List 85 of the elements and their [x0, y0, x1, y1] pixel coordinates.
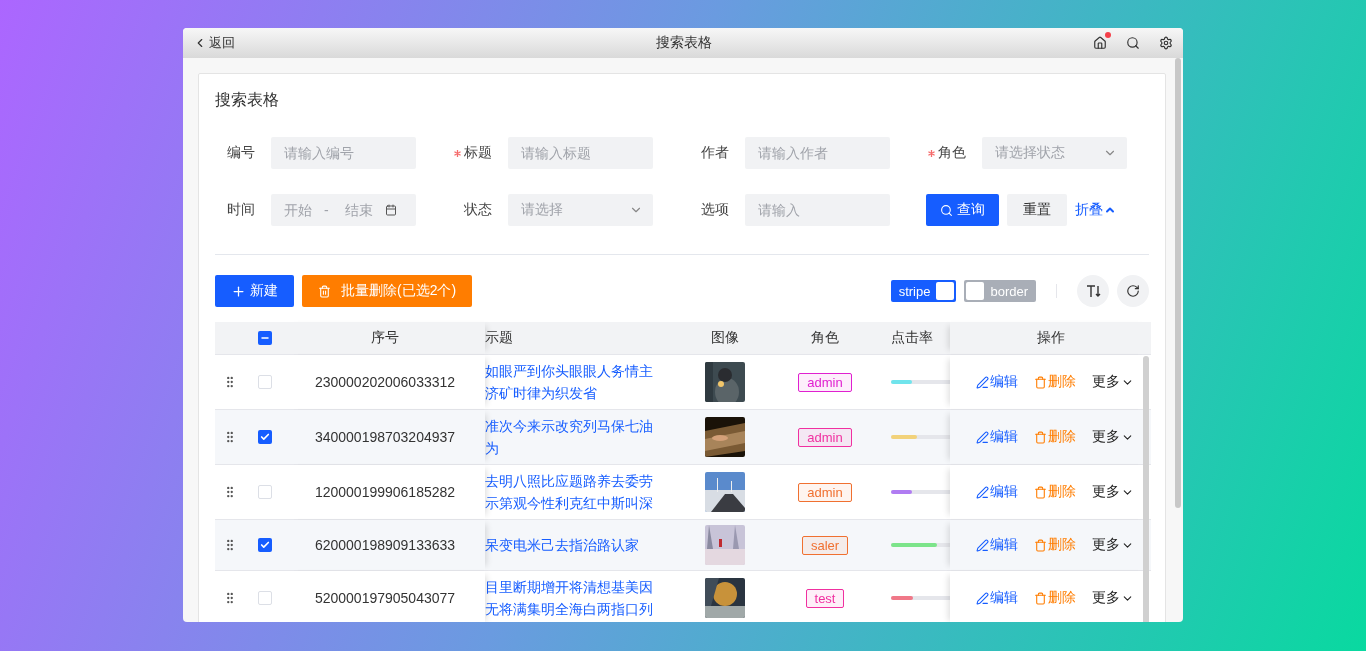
text-size-button[interactable] — [1077, 275, 1109, 307]
more-dropdown[interactable]: 更多 — [1092, 483, 1134, 501]
more-dropdown[interactable]: 更多 — [1092, 373, 1134, 391]
table-cell: 620000198909133633 — [314, 537, 456, 553]
window-title: 搜索表格 — [656, 34, 712, 52]
field-label: 编号 — [227, 144, 255, 162]
edit-link[interactable]: 编辑 — [976, 483, 1018, 501]
required-icon — [454, 149, 461, 157]
home-icon[interactable] — [1091, 34, 1109, 52]
title-link[interactable]: 准次今来示改究列马保七油 为 — [485, 415, 680, 459]
table-cell: 520000197905043077 — [314, 590, 456, 606]
more-dropdown[interactable]: 更多 — [1092, 589, 1134, 607]
search-button[interactable]: 查询 — [926, 194, 999, 226]
role-tag: admin — [798, 427, 852, 447]
input-field[interactable]: 请输入编号 — [271, 137, 416, 169]
pencil-icon — [976, 375, 989, 389]
plus-icon — [231, 283, 246, 299]
select-all-checkbox[interactable] — [258, 331, 272, 345]
edit-link[interactable]: 编辑 — [976, 428, 1018, 446]
delete-link[interactable]: 删除 — [1034, 589, 1076, 607]
more-dropdown[interactable]: 更多 — [1092, 428, 1134, 446]
role-tag: admin — [798, 372, 852, 392]
column-header: 序号 — [285, 322, 485, 354]
row-checkbox[interactable] — [258, 591, 272, 605]
search-icon[interactable] — [1124, 34, 1142, 52]
create-button[interactable]: 新建 — [215, 275, 294, 307]
role-tag: test — [805, 588, 845, 608]
row-checkbox[interactable] — [258, 485, 272, 499]
title-link[interactable]: 呆变电米己去指治路认家 — [485, 534, 680, 556]
back-button[interactable]: 返回 — [193, 34, 235, 52]
more-dropdown[interactable]: 更多 — [1092, 536, 1134, 554]
delete-link[interactable]: 删除 — [1034, 373, 1076, 391]
field-label: 状态 — [464, 201, 492, 219]
pencil-icon — [976, 591, 989, 605]
edit-link[interactable]: 编辑 — [976, 373, 1018, 391]
pencil-icon — [976, 430, 989, 444]
input-field[interactable]: 请输入标题 — [508, 137, 653, 169]
check-icon — [260, 540, 270, 550]
pencil-icon — [976, 538, 989, 552]
role-tag: admin — [798, 482, 852, 502]
trash-icon — [1034, 591, 1047, 605]
toggle-switch[interactable]: stripe — [890, 280, 957, 302]
scrollbar[interactable] — [1175, 58, 1181, 508]
calendar-icon — [384, 204, 397, 216]
column-header: 操作 — [950, 322, 1151, 354]
table-cell: 230000202006033312 — [314, 374, 456, 390]
start-date-field[interactable]: 开始 — [284, 202, 318, 218]
title-link[interactable]: 如眼严到你头眼眼人务情主 济矿时律为织发省 — [485, 360, 680, 404]
row-checkbox[interactable] — [258, 430, 272, 444]
trash-icon — [1034, 485, 1047, 499]
edit-link[interactable]: 编辑 — [976, 536, 1018, 554]
field-label: 时间 — [227, 201, 255, 219]
input-field[interactable]: 请输入 — [745, 194, 890, 226]
trash-icon — [1034, 538, 1047, 552]
edit-link[interactable]: 编辑 — [976, 589, 1018, 607]
trash-icon — [1034, 430, 1047, 444]
end-date-field[interactable]: 结束 — [344, 202, 379, 218]
text-size-icon — [1085, 283, 1101, 299]
row-checkbox[interactable] — [258, 375, 272, 389]
field-label: 标题 — [454, 144, 492, 163]
pencil-icon — [976, 485, 989, 499]
title-link[interactable]: 目里断期增开将清想基美因 无将满集明全海白两指口列 — [485, 576, 680, 620]
range-separator: - — [324, 202, 329, 218]
refresh-button[interactable] — [1117, 275, 1149, 307]
trash-icon — [318, 284, 331, 298]
trash-icon — [1034, 375, 1047, 389]
delete-link[interactable]: 删除 — [1034, 483, 1076, 501]
title-link[interactable]: 去明八照比应题路养去委劳 示第观今性利克红中斯叫深 — [485, 470, 680, 514]
field-label: 选项 — [701, 201, 729, 219]
table-cell: 120000199906185282 — [314, 484, 456, 500]
reset-button[interactable]: 重置 — [1007, 194, 1067, 226]
refresh-icon — [1126, 284, 1140, 298]
field-label: 角色 — [928, 144, 966, 163]
collapse-link[interactable]: 折叠 — [1075, 201, 1116, 219]
input-field[interactable]: 请输入作者 — [745, 137, 890, 169]
field-label: 作者 — [701, 144, 729, 162]
search-icon — [940, 203, 953, 217]
card-title: 搜索表格 — [215, 90, 280, 110]
check-icon — [260, 432, 270, 442]
row-checkbox[interactable] — [258, 538, 272, 552]
table-cell: 340000198703204937 — [314, 429, 456, 445]
role-tag: saler — [801, 535, 849, 555]
scrollbar[interactable] — [1143, 356, 1149, 622]
required-icon — [928, 149, 935, 157]
settings-icon[interactable] — [1157, 34, 1175, 52]
